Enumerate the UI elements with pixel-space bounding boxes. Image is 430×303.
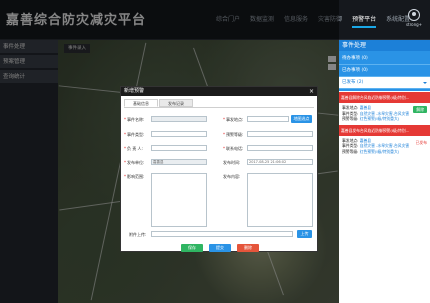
tab-published[interactable]: 已发布 (2) <box>339 77 430 89</box>
tab-divider <box>124 107 314 108</box>
published-list: 嘉善县解除台风临近防御预警(I级/特别… 事发地点: 嘉善县 事件类型: 自然灾… <box>339 92 430 156</box>
list-item[interactable]: 事发地点: 嘉善县 事件类型: 自然灾害 -水旱灾害-台风灾害 预警等级: 红色… <box>339 103 430 124</box>
tab-basic-info[interactable]: 基础信息 <box>124 99 158 107</box>
delete-button[interactable]: 删除 <box>237 244 259 252</box>
upload-button[interactable]: 上传 <box>297 230 312 238</box>
dialog-tabs: 基础信息 发布记录 <box>124 99 194 107</box>
event-location-input[interactable] <box>247 116 289 122</box>
publish-org-input[interactable]: 嘉善县 <box>151 159 207 165</box>
map-pick-button[interactable]: 地图选点 <box>291 115 312 123</box>
panel-title: 事件处理 <box>339 40 430 51</box>
publish-time-input[interactable]: 2017-08-25 21:06:02 <box>247 159 313 165</box>
tab-publish-records[interactable]: 发布记录 <box>159 99 193 107</box>
user-name: strong+ <box>405 22 423 27</box>
alert-title[interactable]: 嘉善县解除台风临近防御预警(I级/特别… <box>339 92 430 103</box>
user-icon <box>408 9 420 21</box>
list-item[interactable]: 事发地点: 嘉善县 事件类型: 自然灾害 -水旱灾害-台风灾害 预警等级: 红色… <box>339 135 430 156</box>
nav-item-warning-platform[interactable]: 预警平台 <box>352 14 376 28</box>
publish-content-label: 发布内容: <box>223 174 241 179</box>
warning-level-select[interactable] <box>247 131 313 137</box>
submit-button[interactable]: 提交 <box>209 244 231 252</box>
responsible-input[interactable] <box>151 145 207 151</box>
card-level: 预警等级: 红色预警(I级/特别重大) <box>342 148 400 154</box>
panel-tabs: 待办事项 (0) 已办事项 (0) 已发布 (2) <box>339 51 430 91</box>
close-icon[interactable]: × <box>309 87 314 96</box>
user-menu[interactable]: strong+ <box>403 9 425 27</box>
responsible-label: *负 责 人: <box>124 146 143 151</box>
attachment-label: 附件上传: <box>129 232 147 237</box>
dialog-header: 新增预警 × <box>121 87 317 96</box>
attachment-input[interactable] <box>151 231 293 237</box>
alert-title[interactable]: 嘉善县发布台风临近防御预警(I级/特别… <box>339 124 430 136</box>
impact-scope-label: *影响范围: <box>124 174 145 179</box>
event-type-select[interactable] <box>151 131 207 137</box>
tab-pending[interactable]: 待办事项 (0) <box>339 53 430 65</box>
event-name-input[interactable] <box>151 116 207 122</box>
published-note: 已发布 <box>415 139 427 145</box>
tab-done[interactable]: 已办事项 (0) <box>339 65 430 77</box>
save-button[interactable]: 保存 <box>181 244 203 252</box>
publish-org-label: *发布单位: <box>124 160 145 165</box>
contact-phone-input[interactable] <box>247 145 313 151</box>
publish-content-textarea[interactable] <box>247 173 313 227</box>
impact-scope-textarea[interactable] <box>151 173 207 227</box>
event-location-label: *事发地点: <box>223 117 244 122</box>
contact-phone-label: *联系电话: <box>223 146 244 151</box>
new-warning-dialog: 新增预警 × 基础信息 发布记录 *事件名称: *事件类型: *负 责 人: *… <box>120 86 318 252</box>
event-panel: 事件处理 待办事项 (0) 已办事项 (0) 已发布 (2) 嘉善县解除台风临近… <box>339 40 430 303</box>
card-level: 预警等级: 红色预警(I级/特别重大) <box>342 116 400 121</box>
event-type-label: *事件类型: <box>124 132 145 137</box>
event-name-label: *事件名称: <box>124 117 145 122</box>
publish-time-label: 发布时间: <box>223 160 241 165</box>
warning-level-label: *预警等级: <box>223 132 244 137</box>
revoke-badge[interactable]: 解除 <box>413 106 427 113</box>
dialog-title: 新增预警 <box>124 88 145 94</box>
